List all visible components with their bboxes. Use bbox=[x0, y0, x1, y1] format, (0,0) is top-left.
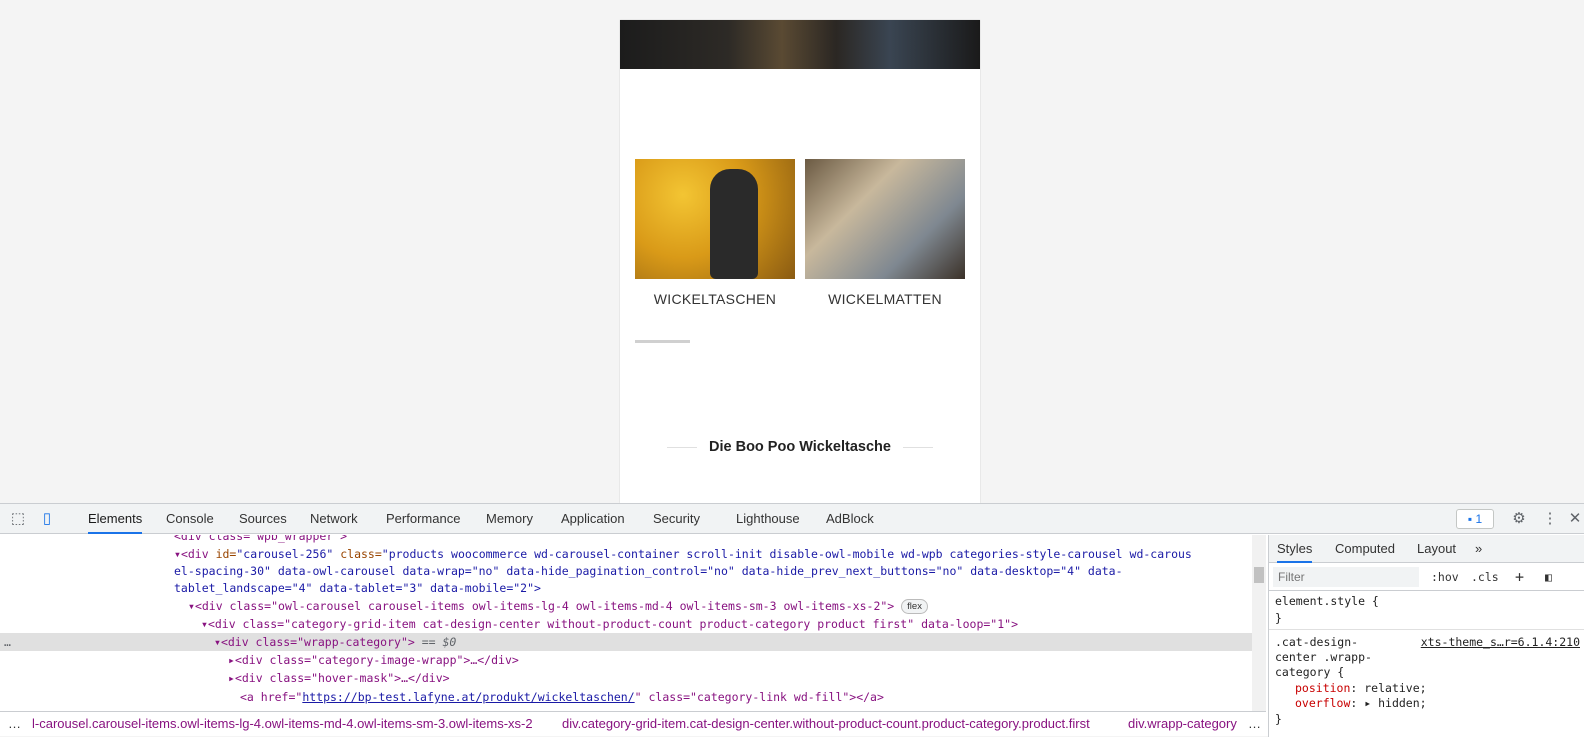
category-label[interactable]: WICKELMATTEN bbox=[805, 291, 965, 307]
styles-tabbar: Styles Computed Layout » bbox=[1269, 535, 1584, 563]
page-viewport: WICKELTASCHEN WICKELMATTEN Die Boo Poo W… bbox=[0, 0, 1584, 503]
ellipsis-icon[interactable]: … bbox=[4, 633, 11, 651]
tab-console[interactable]: Console bbox=[166, 504, 214, 534]
triangle-down-icon[interactable]: ▾ bbox=[201, 617, 208, 631]
category-image[interactable] bbox=[805, 159, 965, 279]
triangle-down-icon[interactable]: ▾ bbox=[214, 635, 221, 649]
triangle-right-icon[interactable]: ▸ bbox=[228, 671, 235, 685]
devtools-panel: ⬚ ▯ Elements Console Sources Network Per… bbox=[0, 503, 1584, 737]
breadcrumb-item[interactable]: div.category-grid-item.cat-design-center… bbox=[562, 712, 1090, 736]
styles-panel: Styles Computed Layout » :hov .cls + ◧ e… bbox=[1268, 535, 1584, 737]
css-property-overflow[interactable]: overflow: ▸ hidden; bbox=[1295, 696, 1427, 711]
close-icon[interactable]: ✕ bbox=[1566, 510, 1584, 528]
tab-network[interactable]: Network bbox=[310, 504, 358, 534]
breadcrumb-item[interactable]: l-carousel.carousel-items.owl-items-lg-4… bbox=[32, 712, 533, 736]
rule-source-link[interactable]: xts-theme_s…r=6.1.4:210 bbox=[1421, 635, 1580, 649]
triangle-down-icon[interactable]: ▾ bbox=[188, 599, 195, 613]
cls-toggle[interactable]: .cls bbox=[1471, 567, 1499, 587]
tab-application[interactable]: Application bbox=[561, 504, 625, 534]
dom-node-continuation[interactable]: tablet_landscape="4" data-tablet="3" dat… bbox=[174, 579, 541, 597]
element-style-close: } bbox=[1275, 611, 1282, 625]
dom-node-selected[interactable]: … ▾<div class="wrapp-category"> == $0 bbox=[0, 633, 1266, 651]
scrollbar-thumb[interactable] bbox=[1254, 567, 1264, 583]
device-toolbar-icon[interactable]: ▯ bbox=[38, 510, 56, 528]
category-label[interactable]: WICKELTASCHEN bbox=[635, 291, 795, 307]
tab-performance[interactable]: Performance bbox=[386, 504, 460, 534]
dom-node-continuation[interactable]: el-spacing-30" data-owl-carousel data-wr… bbox=[174, 562, 1123, 580]
gear-icon[interactable]: ⚙ bbox=[1510, 510, 1528, 528]
rule-selector[interactable]: center .wrapp- bbox=[1275, 650, 1372, 665]
tab-computed[interactable]: Computed bbox=[1335, 535, 1395, 563]
devtools-tabbar: ⬚ ▯ Elements Console Sources Network Per… bbox=[0, 504, 1584, 534]
message-icon: ▪ bbox=[1467, 512, 1473, 526]
category-item-wickelmatten[interactable]: WICKELMATTEN bbox=[805, 159, 965, 307]
hov-toggle[interactable]: :hov bbox=[1431, 567, 1459, 587]
breadcrumb-more[interactable]: … bbox=[8, 712, 21, 736]
plus-icon[interactable]: + bbox=[1515, 567, 1524, 587]
breadcrumb-more[interactable]: … bbox=[1248, 712, 1261, 736]
tab-security[interactable]: Security bbox=[653, 504, 700, 534]
element-style-open: element.style { bbox=[1275, 594, 1379, 608]
category-image[interactable] bbox=[635, 159, 795, 279]
triangle-right-icon[interactable]: ▸ bbox=[228, 653, 235, 667]
breadcrumb-item-active[interactable]: div.wrapp-category bbox=[1128, 712, 1237, 736]
section-headline: Die Boo Poo Wickeltasche bbox=[620, 439, 980, 455]
rule-close: } bbox=[1275, 712, 1282, 726]
tab-layout[interactable]: Layout bbox=[1417, 535, 1456, 563]
dom-node-carousel[interactable]: ▾<div id="carousel-256" class="products … bbox=[174, 545, 1192, 563]
dom-node-category-grid-item[interactable]: ▾<div class="category-grid-item cat-desi… bbox=[201, 615, 1018, 633]
rule-divider bbox=[1269, 629, 1584, 630]
tab-memory[interactable]: Memory bbox=[486, 504, 533, 534]
dom-node[interactable]: <div class="wpb_wrapper"> bbox=[174, 535, 347, 545]
issues-badge[interactable]: ▪ 1 bbox=[1456, 509, 1494, 529]
dom-node-owl-carousel[interactable]: ▾<div class="owl-carousel carousel-items… bbox=[188, 597, 928, 615]
tab-elements[interactable]: Elements bbox=[88, 504, 143, 534]
dom-tree[interactable]: <div class="wpb_wrapper"> ▾<div id="caro… bbox=[0, 535, 1266, 711]
dom-scrollbar[interactable] bbox=[1252, 535, 1266, 711]
sidebar-toggle-icon[interactable]: ◧ bbox=[1545, 567, 1552, 587]
more-options-icon[interactable]: ⋮ bbox=[1541, 510, 1559, 528]
dom-node-category-link[interactable]: <a href="https://bp-test.lafyne.at/produ… bbox=[240, 688, 884, 706]
carousel-pagination-bar[interactable] bbox=[635, 340, 690, 343]
tab-styles[interactable]: Styles bbox=[1277, 535, 1313, 563]
rule-selector[interactable]: .cat-design- bbox=[1275, 635, 1358, 650]
tab-lighthouse[interactable]: Lighthouse bbox=[736, 504, 800, 534]
breadcrumb: … l-carousel.carousel-items.owl-items-lg… bbox=[0, 711, 1266, 737]
chevron-double-right-icon[interactable]: » bbox=[1475, 535, 1482, 563]
flex-badge[interactable]: flex bbox=[901, 599, 928, 614]
dom-node-hover-mask[interactable]: ▸<div class="hover-mask">…</div> bbox=[228, 669, 450, 687]
inspect-element-icon[interactable]: ⬚ bbox=[9, 510, 27, 528]
triangle-down-icon[interactable]: ▾ bbox=[174, 547, 181, 561]
css-property-position[interactable]: position: relative; bbox=[1295, 681, 1427, 696]
category-item-wickeltaschen[interactable]: WICKELTASCHEN bbox=[635, 159, 795, 307]
tab-adblock[interactable]: AdBlock bbox=[826, 504, 874, 534]
href-link[interactable]: https://bp-test.lafyne.at/produkt/wickel… bbox=[302, 690, 634, 704]
rule-selector[interactable]: category { bbox=[1275, 665, 1344, 680]
filter-row: :hov .cls + ◧ bbox=[1269, 563, 1584, 591]
styles-filter-input[interactable] bbox=[1273, 567, 1419, 587]
hero-banner-image bbox=[620, 20, 980, 69]
tab-sources[interactable]: Sources bbox=[239, 504, 287, 534]
dom-node-image-wrapp[interactable]: ▸<div class="category-image-wrapp">…</di… bbox=[228, 651, 519, 669]
mobile-page-preview: WICKELTASCHEN WICKELMATTEN Die Boo Poo W… bbox=[620, 20, 980, 503]
